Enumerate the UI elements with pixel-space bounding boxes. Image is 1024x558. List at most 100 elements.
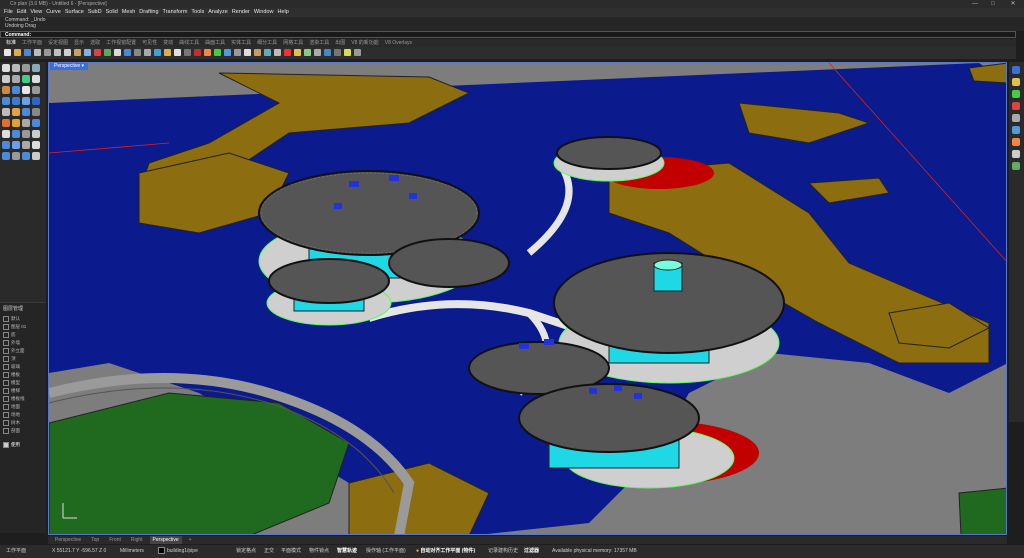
textures-icon[interactable] (1012, 162, 1020, 170)
join-icon[interactable] (22, 119, 30, 127)
fillet-icon[interactable] (32, 108, 40, 116)
layer-checkbox[interactable] (3, 363, 9, 370)
mesh-icon[interactable] (2, 108, 10, 116)
pan-icon[interactable] (94, 49, 101, 56)
menu-window[interactable]: Window (254, 8, 274, 17)
environment-icon[interactable] (1012, 150, 1020, 158)
cylinder-icon[interactable] (22, 97, 30, 105)
new-file-icon[interactable] (4, 49, 11, 56)
grid-icon[interactable] (264, 49, 271, 56)
layers-panel-icon[interactable] (1012, 78, 1020, 86)
shade-icon[interactable] (324, 49, 331, 56)
chevron-down-icon[interactable]: ▾ (82, 63, 85, 69)
tab-render-tools[interactable]: 渲染工具 (309, 39, 329, 47)
menu-surface[interactable]: Surface (65, 8, 84, 17)
layer-checkbox[interactable] (3, 395, 9, 402)
loft-icon[interactable] (32, 86, 40, 94)
layer-row[interactable]: 底 (3, 331, 16, 338)
properties-icon[interactable] (174, 49, 181, 56)
view-tab-perspective[interactable]: Perspective (52, 536, 84, 544)
layer-row[interactable]: 楼板 (3, 371, 20, 378)
analyze-icon[interactable] (22, 152, 30, 160)
select-point-icon[interactable] (2, 64, 10, 72)
properties-panel-icon[interactable] (1012, 66, 1020, 74)
rotate-icon[interactable] (22, 130, 30, 138)
dimension-icon[interactable] (22, 141, 30, 149)
layer-row[interactable]: 剖面 (3, 427, 20, 434)
extrude-icon[interactable] (12, 108, 20, 116)
view-tab-top[interactable]: Top (88, 536, 102, 544)
view-tab-right[interactable]: Right (128, 536, 146, 544)
layer-checkbox[interactable] (3, 355, 9, 362)
cut-icon[interactable] (54, 49, 61, 56)
current-layer-status[interactable]: building1/pipe (158, 545, 198, 558)
layer-row[interactable]: 场地 (3, 411, 20, 418)
layer-checkbox[interactable] (3, 339, 9, 346)
material-icon[interactable] (224, 49, 231, 56)
tab-solid-tools[interactable]: 实体工具 (231, 39, 251, 47)
menu-mesh[interactable]: Mesh (122, 8, 135, 17)
tab-select[interactable]: 选取 (90, 39, 100, 47)
layer-checkbox[interactable] (3, 371, 9, 378)
layer-row[interactable]: 楼板线 (3, 395, 25, 402)
copy-object-icon[interactable] (12, 130, 20, 138)
maximize-button[interactable]: □ (986, 0, 1000, 8)
tab-v8-new[interactable]: V8 的新功能 (351, 39, 379, 47)
layer-row[interactable]: 顶 (3, 355, 16, 362)
tab-surface-tools[interactable]: 曲面工具 (205, 39, 225, 47)
tab-subd-tools[interactable]: 细分工具 (257, 39, 277, 47)
tab-mesh-tools[interactable]: 网格工具 (283, 39, 303, 47)
control-points-icon[interactable] (2, 152, 10, 160)
text-icon[interactable] (32, 141, 40, 149)
menu-tools[interactable]: Tools (191, 8, 204, 17)
object-snap-icon[interactable] (254, 49, 261, 56)
help-icon[interactable] (244, 49, 251, 56)
layer-row[interactable]: 地面 (3, 403, 20, 410)
layer-row[interactable]: 默认 (3, 315, 20, 322)
sphere-icon[interactable] (2, 97, 10, 105)
copy-icon[interactable] (64, 49, 71, 56)
named-views-icon[interactable] (1012, 114, 1020, 122)
lights-icon[interactable] (1012, 138, 1020, 146)
tab-cplanes[interactable]: 工作平面 (22, 39, 42, 47)
tab-display[interactable]: 显示 (74, 39, 84, 47)
layer-checkbox[interactable] (3, 411, 9, 418)
curve-icon[interactable] (22, 75, 30, 83)
layer-row[interactable]: 外立面 (3, 347, 25, 354)
viewport-label[interactable]: Perspective ▾ (50, 63, 89, 70)
zoom-window-icon[interactable] (124, 49, 131, 56)
more-tools-icon[interactable] (354, 49, 361, 56)
light-icon[interactable] (204, 49, 211, 56)
point-icon[interactable] (22, 64, 30, 72)
paste-icon[interactable] (74, 49, 81, 56)
zoom-selected-icon[interactable] (144, 49, 151, 56)
layer-row[interactable]: 楼梯 (3, 387, 20, 394)
layer-row[interactable]: 树木 (3, 419, 20, 426)
viewport-icon[interactable] (154, 49, 161, 56)
block-icon[interactable] (32, 152, 40, 160)
ortho-toggle[interactable]: 正交 (264, 545, 274, 558)
layer-checkbox[interactable] (3, 419, 9, 426)
options-icon[interactable] (234, 49, 241, 56)
highlight-icon[interactable] (344, 49, 351, 56)
layer-checkbox[interactable] (3, 315, 9, 322)
menu-subd[interactable]: SubD (88, 8, 102, 17)
scale-icon[interactable] (32, 130, 40, 138)
units-status[interactable]: Millimeters (120, 545, 144, 558)
move-icon[interactable] (2, 130, 10, 138)
check-icon[interactable] (304, 49, 311, 56)
record-history-toggle[interactable]: 记录建构历史 (488, 545, 518, 558)
select-window-icon[interactable] (12, 64, 20, 72)
undo-icon[interactable] (84, 49, 91, 56)
tab-standard[interactable]: 标准 (6, 39, 16, 47)
layer-checkbox[interactable] (3, 323, 9, 330)
layer-checkbox[interactable] (3, 331, 9, 338)
menu-render[interactable]: Render (232, 8, 250, 17)
layer-checkbox[interactable] (3, 427, 9, 434)
zoom-extents-icon[interactable] (134, 49, 141, 56)
scene-canvas[interactable] (49, 63, 1007, 535)
hide-icon[interactable] (274, 49, 281, 56)
osnap-toggle[interactable]: 物件锁点 (309, 545, 329, 558)
layer-checkbox[interactable] (3, 379, 9, 386)
help-panel-icon[interactable] (1012, 102, 1020, 110)
